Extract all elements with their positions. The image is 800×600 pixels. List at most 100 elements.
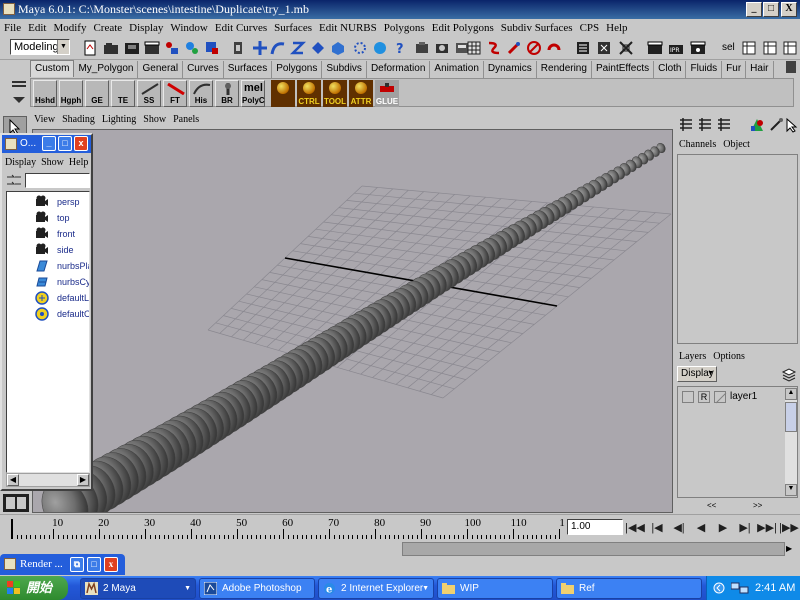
layer-mode-dropdown[interactable]: Display ▼ xyxy=(677,366,717,382)
scroll-right-icon[interactable]: ▶ xyxy=(77,474,89,486)
tray-expand-icon[interactable] xyxy=(713,582,725,594)
maximize-button[interactable]: □ xyxy=(763,2,779,17)
shelf-tab-animation[interactable]: Animation xyxy=(430,61,484,78)
outliner-list[interactable]: persp top front side nurbsPla nurbsCy de… xyxy=(6,191,90,473)
layer-visibility-toggle[interactable] xyxy=(682,391,694,403)
menu-window[interactable]: Window xyxy=(166,19,210,37)
scroll-left-icon[interactable]: ◀ xyxy=(7,474,19,486)
menu-subdiv-surfaces[interactable]: Subdiv Surfaces xyxy=(497,19,576,37)
shelf-button-polyc[interactable]: mel PolyC xyxy=(241,80,265,107)
perspective-viewport[interactable] xyxy=(32,129,673,533)
shelf-button-orb[interactable] xyxy=(271,80,295,107)
snap-point-icon[interactable] xyxy=(290,40,306,56)
window-title-bar[interactable]: Maya 6.0.1: C:\Monster\scenes\intestine\… xyxy=(0,0,800,19)
shelf-tab-custom[interactable]: Custom xyxy=(30,60,75,77)
range-end-icon[interactable]: ▶ xyxy=(786,542,798,556)
shelf-tab-fur[interactable]: Fur xyxy=(722,61,747,78)
list-item[interactable]: top xyxy=(7,210,89,226)
shelf-button-br[interactable]: BR xyxy=(215,80,239,107)
shelf-tab-fluids[interactable]: Fluids xyxy=(686,61,723,78)
step-back-key-button[interactable]: |◀ xyxy=(647,519,667,537)
arrow-cursor-icon[interactable] xyxy=(783,117,799,133)
menu-modify[interactable]: Modify xyxy=(49,19,89,37)
network-icon[interactable] xyxy=(731,581,749,595)
menu-surfaces[interactable]: Surfaces xyxy=(270,19,315,37)
outliner-minimize-button[interactable]: _ xyxy=(42,136,56,151)
select-object-icon[interactable] xyxy=(184,40,200,56)
shelf-tab-dynamics[interactable]: Dynamics xyxy=(483,61,537,78)
list-item[interactable]: nurbsPla xyxy=(7,258,89,274)
list-item[interactable]: defaultL xyxy=(7,290,89,306)
shelf-tab-painteffects[interactable]: PaintEffects xyxy=(591,61,655,78)
brush-icon[interactable] xyxy=(768,117,784,133)
play-forwards-button[interactable]: ▶ xyxy=(713,519,733,537)
render-restore-button[interactable]: ⧉ xyxy=(70,557,84,572)
menu-help[interactable]: Help xyxy=(602,19,630,37)
render-close-button[interactable]: x xyxy=(104,557,118,572)
step-forward-key-button[interactable]: ▶▶| xyxy=(757,519,777,537)
snap-grid-icon[interactable] xyxy=(252,40,268,56)
list-item[interactable]: side xyxy=(7,242,89,258)
tool-settings-icon[interactable] xyxy=(596,40,612,56)
shelf-tab-deformation[interactable]: Deformation xyxy=(366,61,431,78)
open-scene-icon[interactable] xyxy=(103,40,119,56)
menu-display[interactable]: Display xyxy=(125,19,166,37)
snap-view-plane-icon[interactable] xyxy=(310,40,326,56)
scroll-left-icon[interactable]: << xyxy=(707,500,716,512)
scroll-right-icon[interactable]: >> xyxy=(753,500,762,512)
list-item[interactable]: defaultO xyxy=(7,306,89,322)
make-live-icon[interactable] xyxy=(330,40,346,56)
list-item[interactable]: nurbsCy xyxy=(7,274,89,290)
shelf-button-attr[interactable]: ATTR xyxy=(349,80,373,107)
channel-box-menu-channels[interactable]: Channels xyxy=(675,138,719,152)
start-button[interactable]: 開始 xyxy=(0,576,68,600)
current-frame-field[interactable]: 1.00 xyxy=(567,519,623,535)
menu-polygons[interactable]: Polygons xyxy=(380,19,428,37)
render-icon[interactable] xyxy=(647,40,663,56)
range-track[interactable] xyxy=(402,542,785,556)
channel-box-layers-icon[interactable] xyxy=(697,117,713,133)
shelf-button-tool[interactable]: TOOL xyxy=(323,80,347,107)
shelf-button-ge[interactable]: GE xyxy=(85,80,109,107)
channel-box-toggle-icon[interactable] xyxy=(618,40,634,56)
layer-vertical-scrollbar[interactable]: ▲ ▼ xyxy=(785,388,797,496)
play-backwards-button[interactable]: ◀ xyxy=(691,519,711,537)
outliner-close-button[interactable]: x xyxy=(74,136,88,151)
scroll-thumb[interactable] xyxy=(785,402,797,432)
shelf-button-hshd[interactable]: Hshd xyxy=(33,80,57,107)
time-ruler[interactable]: 10 20 30 40 50 60 70 80 90 100 110 1 xyxy=(10,517,566,539)
layer-editor-icon[interactable] xyxy=(716,117,732,133)
layer-list[interactable]: R layer1 ▲ ▼ xyxy=(677,386,798,498)
list-item[interactable]: persp xyxy=(7,194,89,210)
shelf-button-ss[interactable]: SS xyxy=(137,80,161,107)
layers-menu-layers[interactable]: Layers xyxy=(675,350,709,364)
new-layer-icon[interactable] xyxy=(781,366,797,382)
shelf-button-his[interactable]: His xyxy=(189,80,213,107)
show-hide-tool-icon[interactable] xyxy=(762,40,778,56)
question-icon[interactable]: ? xyxy=(392,40,408,56)
menu-edit-curves[interactable]: Edit Curves xyxy=(211,19,270,37)
shape-palette-icon[interactable] xyxy=(749,117,765,133)
show-hide-attribute-icon[interactable] xyxy=(741,40,757,56)
shelf-tab-subdivs[interactable]: Subdivs xyxy=(322,61,367,78)
attribute-editor-icon[interactable] xyxy=(575,40,591,56)
channel-box-attributes[interactable] xyxy=(677,154,798,344)
circle-curve-icon[interactable] xyxy=(546,40,562,56)
grid-display-icon[interactable] xyxy=(466,40,482,56)
shelf-tab-surfaces[interactable]: Surfaces xyxy=(223,61,273,78)
menu-edit-polygons[interactable]: Edit Polygons xyxy=(428,19,497,37)
new-scene-icon[interactable] xyxy=(82,40,98,56)
shelf-tab-rendering[interactable]: Rendering xyxy=(536,61,592,78)
shelf-options-arrow-icon[interactable] xyxy=(12,95,26,105)
select-hierarchy-icon[interactable] xyxy=(164,40,180,56)
render-frame-icon[interactable] xyxy=(434,40,450,56)
scroll-up-icon[interactable]: ▲ xyxy=(785,388,797,400)
step-back-frame-button[interactable]: ◀| xyxy=(669,519,689,537)
task-maya[interactable]: 2 Maya ▼ xyxy=(80,578,196,599)
clapper-icon[interactable] xyxy=(144,40,160,56)
scroll-down-icon[interactable]: ▼ xyxy=(785,484,797,496)
task-internet-explorer[interactable]: e 2 Internet Explorer ▼ xyxy=(318,578,434,599)
show-hide-channel-icon[interactable] xyxy=(782,40,798,56)
sphere-icon[interactable] xyxy=(372,40,388,56)
trash-icon[interactable] xyxy=(786,61,796,73)
